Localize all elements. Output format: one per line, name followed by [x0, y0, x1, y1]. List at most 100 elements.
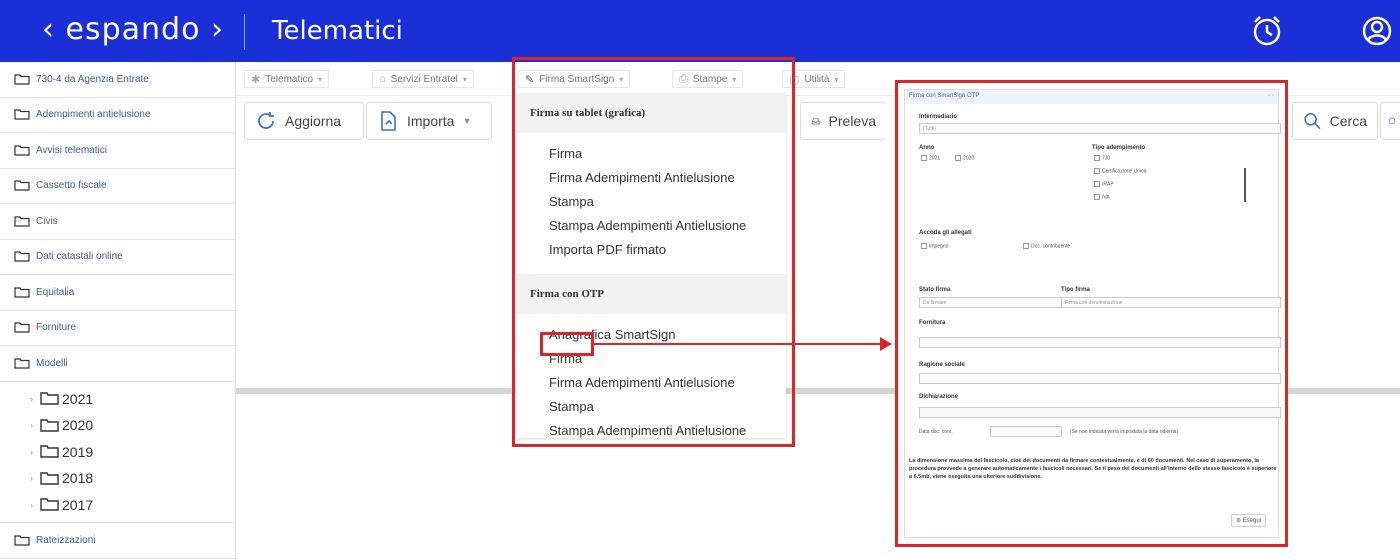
- menu-item-firma-otp[interactable]: Firma: [516, 346, 786, 370]
- chevron-right-icon[interactable]: ›: [30, 473, 33, 483]
- checkbox[interactable]: [1094, 181, 1100, 187]
- checkbox-label: Certificazione Unica: [1102, 168, 1147, 175]
- alarm-clock-icon[interactable]: [1250, 14, 1284, 48]
- sidebar-item-label: Cassetto fiscale: [36, 180, 107, 192]
- folder-icon: [14, 535, 30, 546]
- checkbox-label: Impegno: [929, 243, 949, 250]
- dialog-title: Firma con SmartSign OTP: [909, 93, 980, 99]
- sidebar-item-forniture[interactable]: Forniture: [0, 311, 235, 346]
- year-label: 2018: [62, 470, 94, 487]
- app-root: ‹ espando › Telematici 730-4 da Agenzia …: [0, 0, 1400, 560]
- menu-servizi-entratel[interactable]: ⌂ Servizi Entratel ▾: [372, 70, 474, 88]
- folder-icon: [14, 216, 30, 227]
- menu-utilita[interactable]: ▢ Utilità ▾: [782, 70, 846, 88]
- esegui-button[interactable]: ⊚ Esegui: [1230, 514, 1266, 527]
- allegati-checkbox-impegno[interactable]: Impegno: [921, 243, 948, 249]
- building-icon: ⌂: [379, 73, 386, 85]
- checkbox[interactable]: [955, 155, 961, 161]
- app-header: ‹ espando › Telematici: [0, 0, 1400, 62]
- sidebar-item-equitalia[interactable]: Equitalia: [0, 275, 235, 311]
- importa-button[interactable]: Importa ▾: [366, 102, 492, 140]
- tipo-checkbox-irap[interactable]: IRAP: [1094, 181, 1114, 187]
- data-doc-field[interactable]: [990, 426, 1062, 437]
- list-scrollbar[interactable]: [1244, 168, 1246, 202]
- chevron-down-icon: ▾: [732, 74, 737, 84]
- menu-firma-smartsign[interactable]: ✎ Firma SmartSign ▾: [518, 70, 631, 88]
- sidebar-subitem-2019[interactable]: › 2019: [0, 439, 235, 466]
- checkbox[interactable]: [1094, 168, 1100, 174]
- checkbox[interactable]: [1094, 155, 1100, 161]
- chevron-right-icon[interactable]: ›: [30, 500, 33, 510]
- ragione-sociale-field[interactable]: [919, 373, 1281, 384]
- chevron-right-icon[interactable]: ›: [30, 394, 33, 404]
- anno-checkbox-2020[interactable]: 2020: [955, 155, 974, 161]
- sidebar-item-label: Dati catastali online: [36, 251, 123, 263]
- menu-item-firma-tablet[interactable]: Firma: [516, 141, 786, 165]
- chevron-right-icon[interactable]: ›: [30, 420, 33, 430]
- checkbox-label: IVA: [1102, 194, 1110, 201]
- menu-telematico[interactable]: ✱ Telematico ▾: [244, 70, 330, 88]
- intermediario-label: Intermediario: [919, 114, 958, 120]
- more-button[interactable]: [1380, 102, 1400, 140]
- tipo-checkbox-cu[interactable]: Certificazione Unica: [1094, 168, 1146, 174]
- checkbox-label: 2020: [963, 155, 975, 162]
- sidebar-item-avvisi[interactable]: Avvisi telematici: [0, 133, 235, 169]
- sidebar-item-dati-catastali[interactable]: Dati catastali online: [0, 240, 235, 275]
- menu-item-importa-pdf[interactable]: Importa PDF firmato: [516, 237, 786, 261]
- sidebar-subitem-2017[interactable]: › 2017: [0, 492, 235, 519]
- espando-logo[interactable]: ‹ espando ›: [42, 12, 224, 47]
- checkbox[interactable]: [921, 155, 927, 161]
- intermediario-select[interactable]: (Tutti): [919, 123, 1281, 134]
- sidebar-subitem-2021[interactable]: › 2021: [0, 386, 235, 413]
- menu-stampe[interactable]: ⎙ Stampe ▾: [672, 70, 744, 88]
- button-label: Cerca: [1329, 113, 1367, 129]
- sidebar-item-civis[interactable]: Civis: [0, 204, 235, 240]
- sidebar-item-cassetto[interactable]: Cassetto fiscale: [0, 169, 235, 204]
- checkbox-label: 2021: [929, 155, 941, 162]
- menu-item-stampa-adempimenti-tablet[interactable]: Stampa Adempimenti Antielusione: [516, 213, 786, 237]
- tipo-firma-select[interactable]: Firma con denominazione: [1061, 297, 1281, 308]
- preleva-button[interactable]: Preleva: [800, 102, 886, 140]
- tipo-checkbox-730[interactable]: 730: [1094, 155, 1110, 161]
- folder-icon: [14, 180, 30, 191]
- cerca-button[interactable]: Cerca: [1292, 102, 1378, 140]
- sidebar-item-adempimenti[interactable]: Adempimenti antielusione: [0, 98, 235, 133]
- sidebar-subitem-2020[interactable]: › 2020: [0, 412, 235, 439]
- chevron-right-icon[interactable]: ›: [30, 447, 33, 457]
- chevron-down-icon: ▾: [834, 74, 839, 84]
- checkbox[interactable]: [1023, 243, 1029, 249]
- menu-item-stampa-otp[interactable]: Stampa: [516, 394, 786, 418]
- sidebar-item-label: 730-4 da Agenzia Entrate: [36, 73, 149, 85]
- menu-item-stampa-tablet[interactable]: Stampa: [516, 189, 786, 213]
- folder-icon: [14, 358, 30, 369]
- stato-firma-label: Stato firma: [919, 287, 951, 293]
- tipo-checkbox-iva[interactable]: IVA: [1094, 194, 1110, 200]
- checkbox[interactable]: [921, 243, 927, 249]
- search-icon: [1304, 113, 1321, 130]
- checkbox[interactable]: [1094, 194, 1100, 200]
- sidebar-subitem-2018[interactable]: › 2018: [0, 465, 235, 492]
- sidebar-item-rateizzazioni[interactable]: Rateizzazioni: [0, 523, 235, 559]
- aggiorna-button[interactable]: Aggiorna: [244, 102, 364, 140]
- menu-label: Servizi Entratel: [390, 73, 458, 85]
- menu-item-firma-adempimenti-otp[interactable]: Firma Adempimenti Antielusione: [516, 370, 786, 394]
- fornitura-field[interactable]: [919, 337, 1281, 348]
- menu-label: Telematico: [265, 73, 314, 85]
- menu-item-stampa-adempimenti-otp[interactable]: Stampa Adempimenti Antielusione: [516, 418, 786, 442]
- window-controls-icon[interactable]: ▫ ▫: [1268, 93, 1274, 99]
- sidebar-item-modelli[interactable]: Modelli: [0, 346, 235, 382]
- sidebar-item-730[interactable]: 730-4 da Agenzia Entrate: [0, 62, 235, 98]
- callout-arrow-line: [594, 343, 884, 345]
- checkbox-label: IRAP: [1102, 181, 1114, 188]
- dichiarazione-field[interactable]: [919, 407, 1281, 418]
- data-doc-label: Data doc. cont.: [919, 429, 953, 435]
- checkbox-label: 730: [1102, 155, 1111, 162]
- allegati-checkbox-doc[interactable]: Doc. contribuente: [1023, 243, 1070, 249]
- anno-checkbox-2021[interactable]: 2021: [921, 155, 940, 161]
- menu-item-firma-adempimenti-tablet[interactable]: Firma Adempimenti Antielusione: [516, 165, 786, 189]
- firma-otp-dialog: Firma con SmartSign OTP ▫ ▫ Intermediari…: [904, 89, 1281, 538]
- refresh-icon: [258, 112, 274, 129]
- year-label: 2019: [62, 443, 94, 460]
- user-account-icon[interactable]: [1360, 14, 1394, 48]
- folder-icon: [40, 419, 59, 432]
